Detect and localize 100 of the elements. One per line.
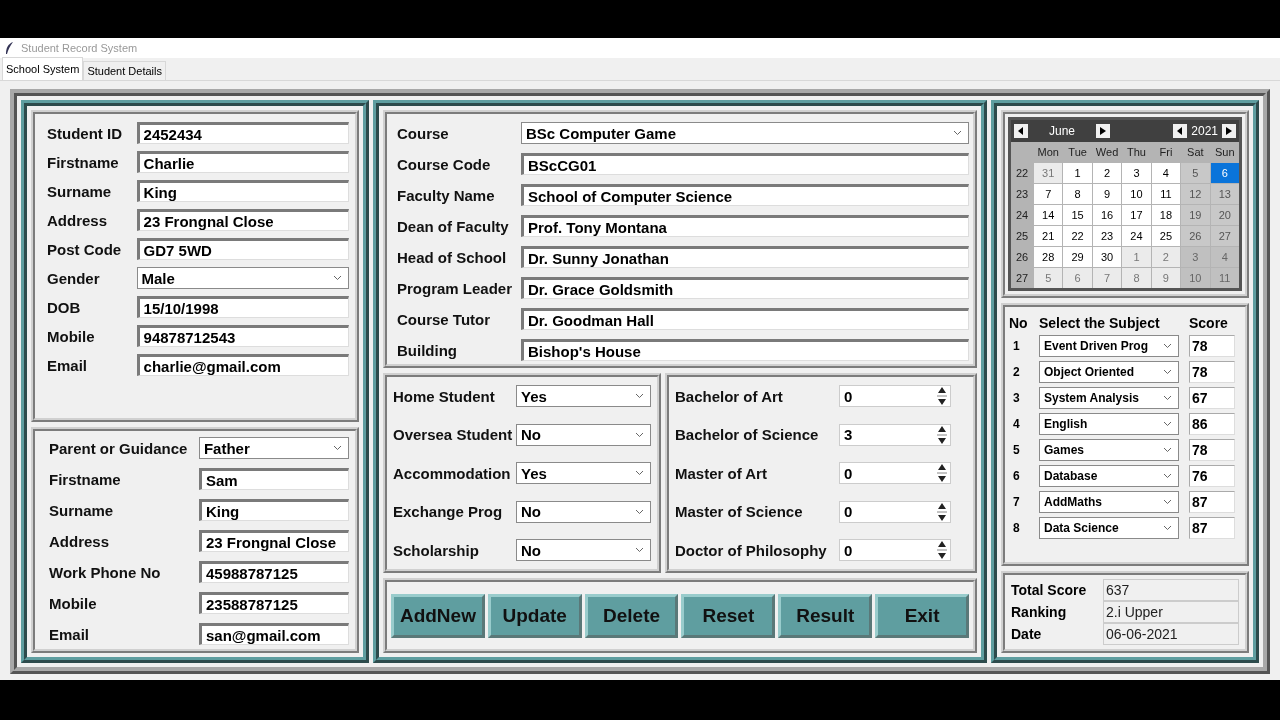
text-field[interactable]: King (136, 180, 349, 202)
calendar-day[interactable]: 8 (1122, 268, 1151, 288)
dropdown[interactable]: Yes (516, 385, 651, 407)
text-field[interactable]: King (198, 499, 349, 521)
text-field[interactable]: 06-06-2021 (1103, 623, 1239, 645)
calendar-day[interactable]: 26 (1181, 226, 1210, 246)
dropdown[interactable]: No (516, 500, 651, 523)
dropdown[interactable]: AddMaths (1039, 491, 1179, 513)
calendar-day[interactable]: 16 (1092, 205, 1122, 225)
calendar-day[interactable]: 18 (1151, 205, 1181, 225)
calendar-day[interactable]: 4 (1151, 163, 1181, 183)
text-field[interactable]: Prof. Tony Montana (521, 215, 969, 237)
text-field[interactable]: BScCG01 (521, 153, 969, 175)
spin-box[interactable]: 0 (839, 500, 951, 523)
dropdown[interactable]: English (1039, 413, 1179, 435)
score-field[interactable]: 86 (1189, 413, 1235, 435)
spin-box[interactable]: 0 (839, 385, 951, 407)
text-field[interactable]: Dr. Sunny Jonathan (521, 246, 969, 268)
calendar-day[interactable]: 3 (1122, 163, 1151, 183)
score-field[interactable]: 87 (1189, 491, 1235, 513)
dropdown[interactable]: Data Science (1039, 517, 1179, 539)
calendar-day[interactable]: 24 (1122, 226, 1151, 246)
action-button[interactable]: Reset (681, 593, 776, 638)
calendar-day[interactable]: 14 (1034, 205, 1063, 225)
text-field[interactable]: Dr. Grace Goldsmith (521, 277, 969, 299)
next-year-button[interactable] (1222, 124, 1236, 138)
calendar-day[interactable]: 30 (1092, 247, 1122, 267)
score-field[interactable]: 78 (1189, 439, 1235, 461)
calendar-day[interactable]: 20 (1210, 205, 1239, 225)
calendar-day[interactable]: 31 (1034, 163, 1063, 183)
calendar-day[interactable]: 13 (1210, 184, 1239, 204)
dropdown[interactable]: Object Oriented (1039, 361, 1179, 383)
text-field[interactable]: 23588787125 (198, 592, 349, 614)
calendar-day[interactable]: 23 (1092, 226, 1122, 246)
calendar-day[interactable]: 15 (1063, 205, 1092, 225)
next-month-button[interactable] (1096, 124, 1110, 138)
calendar-day[interactable]: 9 (1151, 268, 1181, 288)
score-field[interactable]: 67 (1189, 387, 1235, 409)
dropdown[interactable]: No (516, 423, 651, 446)
action-button[interactable]: Result (778, 593, 873, 638)
text-field[interactable]: Sam (198, 468, 349, 490)
text-field[interactable]: 15/10/1998 (136, 296, 349, 318)
action-button[interactable]: Update (487, 593, 582, 638)
calendar-day[interactable]: 5 (1034, 268, 1063, 288)
text-field[interactable]: Bishop's House (521, 339, 969, 361)
calendar-day[interactable]: 28 (1034, 247, 1063, 267)
text-field[interactable]: 23 Frongnal Close (136, 209, 349, 231)
text-field[interactable]: san@gmail.com (198, 623, 349, 645)
calendar-day[interactable]: 12 (1181, 184, 1210, 204)
previous-year-button[interactable] (1173, 124, 1188, 138)
tab[interactable]: School System (2, 57, 84, 80)
spin-box[interactable]: 3 (839, 423, 951, 446)
dropdown[interactable]: Male (136, 267, 349, 289)
calendar-day[interactable]: 9 (1092, 184, 1122, 204)
calendar-day[interactable]: 5 (1181, 163, 1210, 183)
calendar-day[interactable]: 6 (1210, 163, 1239, 183)
tab[interactable]: Student Details (83, 61, 166, 80)
action-button[interactable]: Delete (584, 593, 679, 638)
calendar-day[interactable]: 21 (1034, 226, 1063, 246)
calendar-day[interactable]: 6 (1063, 268, 1092, 288)
text-field[interactable]: 2.i Upper (1103, 601, 1239, 623)
text-field[interactable]: Charlie (136, 151, 349, 173)
dropdown[interactable]: Event Driven Prog (1039, 335, 1179, 357)
spin-box[interactable]: 0 (839, 462, 951, 484)
calendar-day[interactable]: 27 (1210, 226, 1239, 246)
calendar-day[interactable]: 11 (1151, 184, 1181, 204)
calendar-day[interactable]: 7 (1092, 268, 1122, 288)
previous-month-button[interactable] (1014, 124, 1028, 138)
action-button[interactable]: AddNew (391, 593, 485, 638)
calendar-day[interactable]: 2 (1151, 247, 1181, 267)
score-field[interactable]: 76 (1189, 465, 1235, 487)
calendar-day[interactable]: 19 (1181, 205, 1210, 225)
dropdown[interactable]: Father (198, 437, 349, 459)
text-field[interactable]: 637 (1103, 579, 1239, 601)
dropdown[interactable]: Games (1039, 439, 1179, 461)
dropdown[interactable]: No (516, 539, 651, 561)
calendar-day[interactable]: 10 (1122, 184, 1151, 204)
text-field[interactable]: Dr. Goodman Hall (521, 308, 969, 330)
calendar-day[interactable]: 22 (1063, 226, 1092, 246)
calendar-day[interactable]: 29 (1063, 247, 1092, 267)
dropdown[interactable]: System Analysis (1039, 387, 1179, 409)
calendar-day[interactable]: 25 (1151, 226, 1181, 246)
action-button[interactable]: Exit (875, 593, 969, 638)
dropdown[interactable]: Yes (516, 462, 651, 484)
calendar-day[interactable]: 2 (1092, 163, 1122, 183)
calendar-day[interactable]: 17 (1122, 205, 1151, 225)
dropdown[interactable]: BSc Computer Game (521, 122, 969, 144)
score-field[interactable]: 78 (1189, 361, 1235, 383)
calendar-day[interactable]: 1 (1122, 247, 1151, 267)
text-field[interactable]: charlie@gmail.com (136, 354, 349, 376)
calendar-day[interactable]: 1 (1063, 163, 1092, 183)
text-field[interactable]: GD7 5WD (136, 238, 349, 260)
text-field[interactable]: 45988787125 (198, 561, 349, 583)
text-field[interactable]: 94878712543 (136, 325, 349, 347)
text-field[interactable]: School of Computer Science (521, 184, 969, 206)
spin-box[interactable]: 0 (839, 539, 951, 561)
text-field[interactable]: 23 Frongnal Close (198, 530, 349, 552)
calendar-day[interactable]: 7 (1034, 184, 1063, 204)
score-field[interactable]: 78 (1189, 335, 1235, 357)
score-field[interactable]: 87 (1189, 517, 1235, 539)
